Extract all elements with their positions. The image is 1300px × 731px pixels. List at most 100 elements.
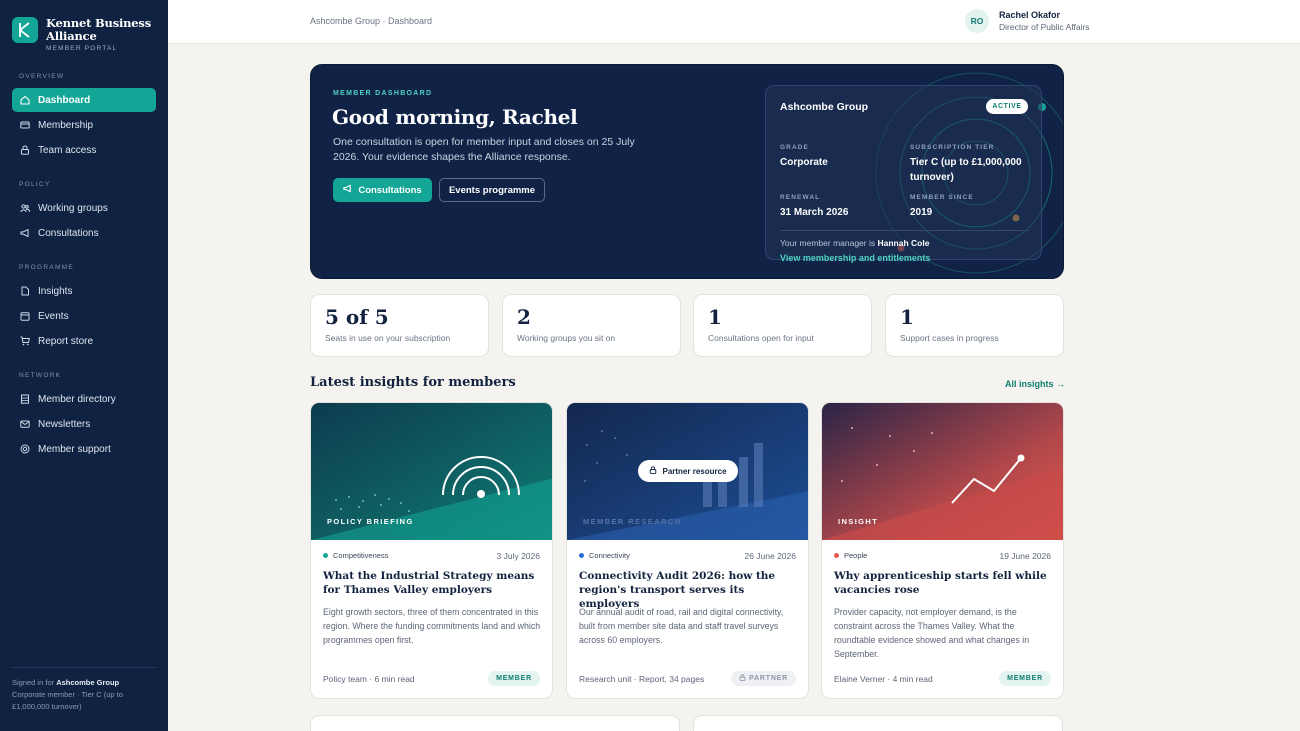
mail-icon <box>20 419 30 429</box>
renewal-label: RENEWAL <box>780 194 821 201</box>
card-date: 26 June 2026 <box>744 551 796 561</box>
hero-eyebrow: MEMBER DASHBOARD <box>333 90 433 97</box>
document-icon <box>20 286 30 296</box>
stat-card-consultations: 1 Consultations open for input <box>693 294 872 357</box>
sidebar-item-label: Working groups <box>38 202 108 214</box>
insight-card[interactable]: Partner resource MEMBER RESEARCH Connect… <box>566 402 809 699</box>
sidebar-item-dashboard[interactable]: Dashboard <box>12 88 156 112</box>
sidebar-item-events[interactable]: Events <box>12 304 156 328</box>
megaphone-icon <box>20 228 30 238</box>
tag-dot <box>323 553 328 558</box>
tier-label: SUBSCRIPTION TIER <box>910 144 995 151</box>
card-tag: Connectivity <box>579 551 630 560</box>
next-section-card <box>693 715 1063 731</box>
tag-dot <box>834 553 839 558</box>
sidebar-item-membership[interactable]: Membership <box>12 113 156 137</box>
card-title[interactable]: Why apprenticeship starts fell while vac… <box>834 569 1054 597</box>
insight-card[interactable]: POLICY BRIEFING Competitiveness 3 July 2… <box>310 402 553 699</box>
stat-card-working-groups: 2 Working groups you sit on <box>502 294 681 357</box>
nav-section-network: NETWORK <box>19 372 62 379</box>
brand-subtitle: MEMBER PORTAL <box>46 45 118 52</box>
stat-value: 1 <box>900 305 914 329</box>
grade-label: GRADE <box>780 144 809 151</box>
top-bar: Ashcombe Group · Dashboard RO Rachel Oka… <box>168 0 1300 44</box>
card-image-label: INSIGHT <box>838 517 879 526</box>
card-title[interactable]: What the Industrial Strategy means for T… <box>323 569 543 597</box>
card-tag-label: Competitiveness <box>333 551 389 560</box>
sidebar: Kennet Business Alliance MEMBER PORTAL O… <box>0 0 168 731</box>
card-description: Provider capacity, not employer demand, … <box>834 607 1030 659</box>
stat-card-seats: 5 of 5 Seats in use on your subscription <box>310 294 489 357</box>
card-date: 19 June 2026 <box>999 551 1051 561</box>
building-icon <box>20 394 30 404</box>
avatar[interactable]: RO <box>965 9 989 33</box>
stat-value: 2 <box>517 305 531 329</box>
grade-value: Corporate <box>780 157 828 168</box>
user-role: Director of Public Affairs <box>999 22 1090 32</box>
insight-card[interactable]: INSIGHT People 19 June 2026 Why apprenti… <box>821 402 1064 699</box>
users-icon <box>20 203 30 213</box>
all-insights-link[interactable]: All insights → <box>1005 379 1065 389</box>
manager-name: Hannah Cole <box>877 238 930 248</box>
sidebar-item-label: Dashboard <box>38 94 91 106</box>
tag-dot <box>579 553 584 558</box>
stat-value: 1 <box>708 305 722 329</box>
sidebar-item-insights[interactable]: Insights <box>12 279 156 303</box>
lock-icon <box>649 466 657 476</box>
sidebar-item-label: Newsletters <box>38 418 91 430</box>
partner-resource-overlay: Partner resource <box>638 460 738 482</box>
hero-panel: MEMBER DASHBOARD Good morning, Rachel On… <box>310 64 1064 279</box>
hero-title: Good morning, Rachel <box>332 105 578 129</box>
consultations-button[interactable]: Consultations <box>333 178 432 202</box>
stat-card-support-cases: 1 Support cases in progress <box>885 294 1064 357</box>
sidebar-item-label: Membership <box>38 119 94 131</box>
card-meta: Research unit · Report, 34 pages <box>579 674 705 684</box>
sidebar-divider <box>12 667 156 668</box>
signed-in-info: Signed in for Ashcombe Group Corporate m… <box>12 677 156 713</box>
sidebar-item-consultations[interactable]: Consultations <box>12 221 156 245</box>
nav-section-policy: POLICY <box>19 181 51 188</box>
breadcrumb[interactable]: Ashcombe Group · Dashboard <box>310 16 432 26</box>
events-programme-button[interactable]: Events programme <box>439 178 545 202</box>
sidebar-item-member-support[interactable]: Member support <box>12 437 156 461</box>
card-image-label: POLICY BRIEFING <box>327 517 414 526</box>
manager-prefix: Your member manager is <box>780 238 878 248</box>
member-since-value: 2019 <box>910 207 933 218</box>
sidebar-item-working-groups[interactable]: Working groups <box>12 196 156 220</box>
card-tag-label: People <box>844 551 868 560</box>
consultations-button-label: Consultations <box>358 184 422 196</box>
sidebar-item-team-access[interactable]: Team access <box>12 138 156 162</box>
megaphone-icon <box>343 184 352 196</box>
signed-in-org: Ashcombe Group <box>56 678 120 687</box>
nav-section-programme: PROGRAMME <box>19 264 75 271</box>
user-name[interactable]: Rachel Okafor <box>999 10 1060 20</box>
tier-value: Tier C (up to £1,000,000 turnover) <box>910 157 1022 183</box>
view-membership-link[interactable]: View membership and entitlements <box>780 253 930 263</box>
insights-section-title: Latest insights for members <box>310 375 516 390</box>
stat-value: 5 of 5 <box>325 305 389 329</box>
sidebar-item-report-store[interactable]: Report store <box>12 329 156 353</box>
signed-in-detail: Corporate member · Tier C (up to £1,000,… <box>12 690 123 711</box>
next-section-card <box>310 715 680 731</box>
member-badge: MEMBER <box>999 671 1051 686</box>
stat-label: Working groups you sit on <box>517 333 616 343</box>
partner-resource-label: Partner resource <box>662 466 727 476</box>
nav-section-overview: OVERVIEW <box>19 73 65 80</box>
sidebar-item-label: Events <box>38 310 69 322</box>
card-description: Our annual audit of road, rail and digit… <box>579 607 784 645</box>
brand[interactable]: Kennet Business Alliance MEMBER PORTAL <box>12 17 151 52</box>
sidebar-item-label: Member support <box>38 443 111 455</box>
card-meta: Policy team · 6 min read <box>323 674 415 684</box>
member-since-label: MEMBER SINCE <box>910 194 974 201</box>
cart-icon <box>20 336 30 346</box>
sidebar-item-member-directory[interactable]: Member directory <box>12 387 156 411</box>
lock-icon <box>739 674 746 683</box>
sidebar-item-newsletters[interactable]: Newsletters <box>12 412 156 436</box>
stat-label: Seats in use on your subscription <box>325 333 451 343</box>
calendar-icon <box>20 311 30 321</box>
member-manager: Your member manager is Hannah Cole <box>780 238 929 248</box>
card-tag: Competitiveness <box>323 551 388 560</box>
card-tag-label: Connectivity <box>589 551 630 560</box>
sidebar-item-label: Team access <box>38 144 97 156</box>
card-divider <box>780 230 1029 231</box>
